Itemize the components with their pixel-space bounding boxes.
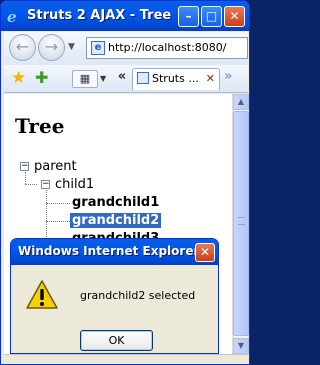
back-button[interactable]: ← bbox=[9, 34, 36, 61]
collapse-toggle-icon[interactable]: − bbox=[20, 162, 29, 171]
recent-pages-dropdown-icon[interactable]: ▼ bbox=[68, 42, 75, 52]
tab-list-dropdown-icon[interactable]: ▼ bbox=[100, 74, 106, 83]
dialog-title: Windows Internet Explorer bbox=[18, 244, 200, 258]
minimize-button[interactable]: – bbox=[178, 6, 199, 27]
dialog-titlebar[interactable]: Windows Internet Explorer ✕ bbox=[11, 239, 218, 265]
tab-label: Struts ... bbox=[152, 72, 199, 85]
address-text: http://localhost:8080/ bbox=[108, 41, 227, 54]
tree-line bbox=[25, 184, 37, 185]
tab-scroll-right-button[interactable]: » bbox=[224, 69, 232, 84]
tab-scroll-left-button[interactable]: « bbox=[114, 69, 130, 84]
tree-node-parent[interactable]: parent bbox=[34, 159, 77, 174]
tree-line bbox=[46, 221, 70, 222]
tree-line bbox=[46, 188, 47, 241]
add-favorite-icon[interactable]: ✚ bbox=[35, 68, 48, 87]
browser-window: e Struts 2 AJAX - Tree – □ ✕ ← → ▼ e http… bbox=[0, 0, 250, 365]
forward-button[interactable]: → bbox=[38, 34, 65, 61]
tree-line bbox=[25, 172, 26, 184]
window-titlebar[interactable]: e Struts 2 AJAX - Tree – □ ✕ bbox=[1, 1, 249, 31]
vertical-scrollbar[interactable]: ▲ ▼ bbox=[232, 94, 249, 354]
favorites-star-icon[interactable]: ★ bbox=[11, 68, 26, 88]
window-title: Struts 2 AJAX - Tree bbox=[27, 8, 172, 23]
quick-tabs-button[interactable]: ▦ bbox=[72, 70, 98, 88]
close-button[interactable]: ✕ bbox=[224, 6, 245, 27]
ok-button[interactable]: OK bbox=[80, 330, 153, 351]
tree-node-grandchild2[interactable]: grandchild2 bbox=[70, 213, 162, 228]
address-bar[interactable]: e http://localhost:8080/ bbox=[86, 37, 248, 59]
scroll-up-button[interactable]: ▲ bbox=[233, 94, 249, 110]
dialog-close-button[interactable]: ✕ bbox=[195, 243, 215, 262]
collapse-toggle-icon[interactable]: − bbox=[41, 180, 50, 189]
tree-line bbox=[46, 203, 70, 204]
tree-node-grandchild1[interactable]: grandchild1 bbox=[72, 195, 159, 210]
tab-struts[interactable]: Struts ... ✕ bbox=[132, 68, 220, 90]
tree-node-child1[interactable]: child1 bbox=[55, 177, 94, 192]
tab-close-icon[interactable]: ✕ bbox=[206, 69, 215, 89]
scroll-grip-icon bbox=[238, 217, 245, 225]
maximize-button[interactable]: □ bbox=[201, 6, 222, 27]
warning-icon bbox=[26, 280, 58, 309]
alert-dialog: Windows Internet Explorer ✕ grandchild2 … bbox=[10, 238, 219, 354]
ie-logo-icon: e bbox=[7, 8, 17, 26]
tab-page-icon bbox=[137, 72, 149, 84]
page-icon: e bbox=[91, 41, 105, 55]
page-title: Tree bbox=[15, 114, 65, 138]
navigation-bar: ← → ▼ e http://localhost:8080/ bbox=[4, 32, 248, 65]
dialog-message: grandchild2 selected bbox=[80, 289, 196, 302]
status-bar bbox=[4, 354, 248, 364]
scroll-down-button[interactable]: ▼ bbox=[233, 338, 249, 354]
tab-bar: ★ ✚ ▦ ▼ « Struts ... ✕ » bbox=[4, 65, 248, 93]
scroll-thumb[interactable] bbox=[233, 111, 249, 336]
